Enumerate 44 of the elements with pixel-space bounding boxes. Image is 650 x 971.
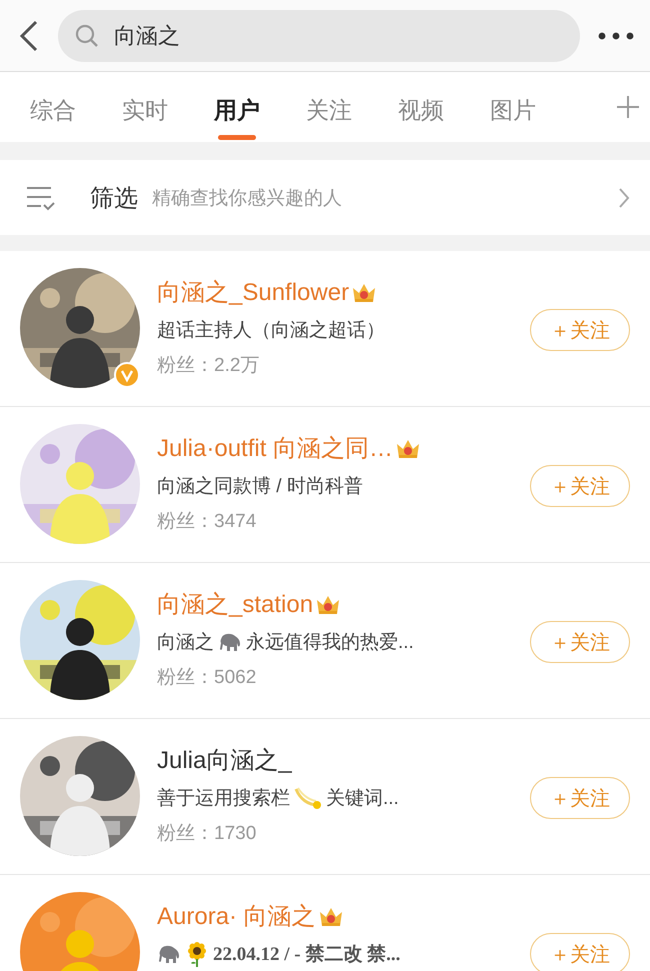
add-icon[interactable] — [616, 95, 640, 119]
user-bio: 向涵之同款博 / 时尚科普 — [157, 474, 363, 499]
elephant-icon — [157, 943, 181, 965]
tab[interactable]: 图片 — [490, 78, 536, 142]
follow-button[interactable]: ＋关注 — [530, 309, 630, 351]
user-row[interactable]: Julia向涵之_ 善于运用搜索栏 关键词... 粉丝：1730 ＋关注 — [0, 719, 650, 875]
user-name[interactable]: 向涵之_station — [157, 588, 314, 620]
more-icon[interactable] — [598, 32, 634, 40]
user-row[interactable]: 向涵之_Sunflower 超话主持人（向涵之超话） 粉丝：2.2万 ＋关注 — [0, 251, 650, 407]
follow-button[interactable]: ＋关注 — [530, 777, 630, 819]
tab[interactable]: 视频 — [398, 78, 444, 142]
user-name[interactable]: Aurora· 向涵之 — [157, 900, 316, 932]
search-field[interactable]: 向涵之 — [58, 10, 580, 62]
sunflower-icon — [185, 941, 209, 967]
comet-icon — [294, 785, 322, 811]
user-row[interactable]: Julia·outfit 向涵之同… 向涵之同款博 / 时尚科普 粉丝：3474 ＋关注 — [0, 407, 650, 563]
follower-count: 粉丝：1730 — [157, 822, 258, 846]
user-bio: 永远值得我的热爱... — [246, 631, 414, 655]
filter-hint: 精确查找你感兴趣的人 — [152, 186, 343, 210]
follow-button[interactable]: ＋关注 — [530, 933, 630, 971]
elephant-icon — [218, 631, 242, 653]
user-bio: 关键词... — [326, 787, 399, 811]
tab[interactable]: 用户 — [214, 78, 260, 142]
filter-label[interactable]: 筛选 — [90, 182, 138, 214]
follower-count: 粉丝：2.2万 — [157, 354, 260, 378]
user-name[interactable]: Julia向涵之_ — [157, 744, 292, 776]
back-icon[interactable] — [18, 20, 40, 52]
follower-count: 粉丝：5062 — [157, 666, 258, 690]
follow-button[interactable]: ＋关注 — [530, 465, 630, 507]
user-bio: 善于运用搜索栏 — [157, 786, 290, 811]
user-bio: 超话主持人（向涵之超话） — [157, 319, 385, 343]
tab[interactable]: 关注 — [306, 78, 352, 142]
user-row[interactable]: Aurora· 向涵之 22.04.12 / - 禁二改 禁... ＋关注 — [0, 875, 650, 971]
user-name[interactable]: Julia·outfit 向涵之同… — [157, 432, 394, 464]
follow-button[interactable]: ＋关注 — [530, 621, 630, 663]
tab[interactable]: 实时 — [122, 78, 168, 142]
user-name[interactable]: 向涵之_Sunflower — [157, 276, 350, 308]
user-row[interactable]: 向涵之_station 向涵之 永远值得我的热爱... 粉丝：5062 ＋关注 — [0, 563, 650, 719]
user-bio: 向涵之 — [157, 631, 214, 655]
filter-icon — [26, 184, 56, 210]
search-icon — [74, 22, 100, 48]
tab[interactable]: 综合 — [30, 78, 76, 142]
follower-count: 粉丝：3474 — [157, 510, 258, 534]
user-bio: 22.04.12 / - 禁二改 禁... — [213, 943, 400, 967]
